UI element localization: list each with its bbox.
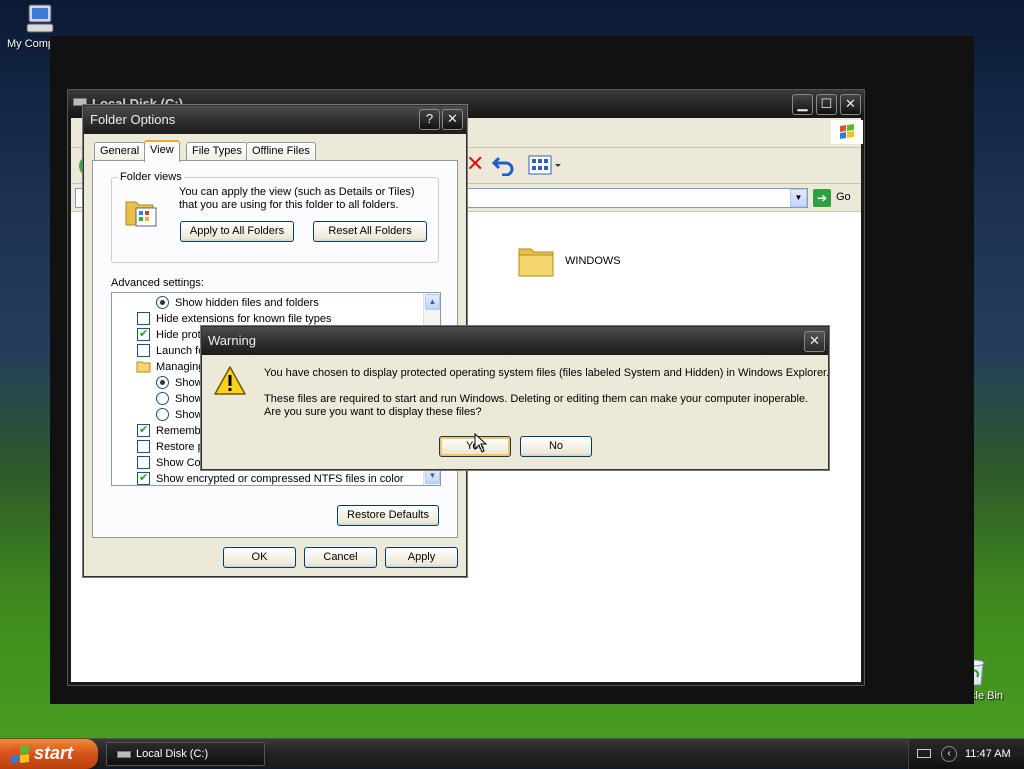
warning-message-2b: Are you sure you want to display these f… bbox=[264, 406, 482, 418]
go-label: Go bbox=[836, 191, 851, 203]
folder-views-icon bbox=[125, 201, 157, 227]
no-button[interactable]: No bbox=[520, 436, 592, 457]
restore-defaults-button[interactable]: Restore Defaults bbox=[337, 505, 439, 526]
apply-to-all-folders-button[interactable]: Apply to All Folders bbox=[180, 221, 294, 242]
taskbar-item-label: Local Disk (C:) bbox=[136, 748, 209, 760]
warning-title: Warning bbox=[208, 333, 256, 348]
folder-item-windows[interactable]: WINDOWS bbox=[517, 243, 637, 283]
warning-message-1: You have chosen to display protected ope… bbox=[264, 367, 830, 379]
folder-views-description: You can apply the view (such as Details … bbox=[179, 186, 415, 211]
close-button[interactable]: ✕ bbox=[840, 94, 861, 115]
scroll-down-button[interactable]: ▼ bbox=[425, 468, 440, 484]
warning-message-2a: These files are required to start and ru… bbox=[264, 393, 809, 405]
warning-titlebar[interactable]: Warning ✕ bbox=[202, 327, 828, 355]
my-computer-icon bbox=[26, 4, 54, 33]
undo-icon[interactable] bbox=[492, 154, 516, 176]
folder-icon bbox=[136, 361, 151, 373]
tab-view[interactable]: View bbox=[144, 140, 180, 162]
list-item[interactable]: Show hidden files and folders bbox=[112, 295, 422, 311]
go-arrow-icon: ➔ bbox=[813, 189, 831, 207]
windows-flag-icon bbox=[831, 120, 863, 144]
tab-file-types[interactable]: File Types bbox=[186, 142, 248, 160]
scroll-up-button[interactable]: ▲ bbox=[425, 294, 440, 310]
radio-show-hidden[interactable] bbox=[156, 296, 169, 309]
apply-button[interactable]: Apply bbox=[385, 547, 458, 568]
system-tray: ‹ 11:47 AM bbox=[908, 739, 1024, 769]
close-button[interactable]: ✕ bbox=[804, 331, 825, 352]
checkbox-show-control[interactable] bbox=[137, 456, 150, 469]
checkbox-show-encrypted[interactable] bbox=[137, 471, 150, 485]
go-button[interactable]: ➔ Go bbox=[813, 188, 859, 208]
tab-general[interactable]: General bbox=[94, 142, 146, 160]
mouse-cursor-icon bbox=[474, 433, 488, 453]
start-button[interactable]: start bbox=[0, 739, 98, 769]
windows-flag-icon bbox=[11, 745, 29, 763]
tab-offline-files[interactable]: Offline Files bbox=[246, 142, 316, 160]
checkbox-remember[interactable] bbox=[137, 423, 150, 437]
folder-options-title: Folder Options bbox=[90, 112, 176, 127]
advanced-settings-label: Advanced settings: bbox=[111, 277, 204, 289]
views-icon[interactable] bbox=[528, 155, 562, 175]
radio-managing-3[interactable] bbox=[156, 408, 169, 421]
tray-expand-icon[interactable]: ‹ bbox=[941, 746, 957, 762]
minimize-button[interactable]: ▁ bbox=[792, 94, 813, 115]
list-item[interactable]: Hide extensions for known file types bbox=[112, 311, 422, 327]
taskbar-item-local-disk[interactable]: Local Disk (C:) bbox=[106, 742, 265, 766]
keyboard-icon[interactable] bbox=[917, 749, 931, 758]
folder-icon bbox=[518, 248, 554, 277]
ok-button[interactable]: OK bbox=[223, 547, 296, 568]
folder-views-group: Folder views You can apply the view (suc… bbox=[111, 171, 439, 263]
cancel-button[interactable]: Cancel bbox=[304, 547, 377, 568]
address-dropdown-button[interactable]: ▼ bbox=[790, 189, 807, 207]
delete-icon[interactable]: ✕ bbox=[466, 153, 484, 175]
close-button[interactable]: ✕ bbox=[442, 109, 463, 130]
warning-dialog: Warning ✕ You have chosen to display pro… bbox=[201, 326, 829, 470]
folder-label: WINDOWS bbox=[565, 255, 621, 267]
start-label: start bbox=[34, 743, 74, 763]
checkbox-hide-protected[interactable] bbox=[137, 327, 150, 341]
folder-views-legend: Folder views bbox=[118, 171, 184, 183]
checkbox-hide-extensions[interactable] bbox=[137, 312, 150, 325]
clock: 11:47 AM bbox=[965, 748, 1011, 760]
maximize-button[interactable]: ☐ bbox=[816, 94, 837, 115]
list-item[interactable]: Show encrypted or compressed NTFS files … bbox=[112, 471, 422, 485]
checkbox-restore[interactable] bbox=[137, 440, 150, 453]
help-button[interactable]: ? bbox=[419, 109, 440, 130]
radio-managing-1[interactable] bbox=[156, 376, 169, 389]
drive-icon bbox=[117, 751, 131, 758]
reset-all-folders-button[interactable]: Reset All Folders bbox=[313, 221, 427, 242]
checkbox-launch-folder[interactable] bbox=[137, 344, 150, 357]
warning-icon bbox=[214, 366, 246, 395]
radio-managing-2[interactable] bbox=[156, 392, 169, 405]
folder-options-titlebar[interactable]: Folder Options ? ✕ bbox=[84, 106, 466, 134]
taskbar: start Local Disk (C:) ‹ 11:47 AM bbox=[0, 738, 1024, 769]
